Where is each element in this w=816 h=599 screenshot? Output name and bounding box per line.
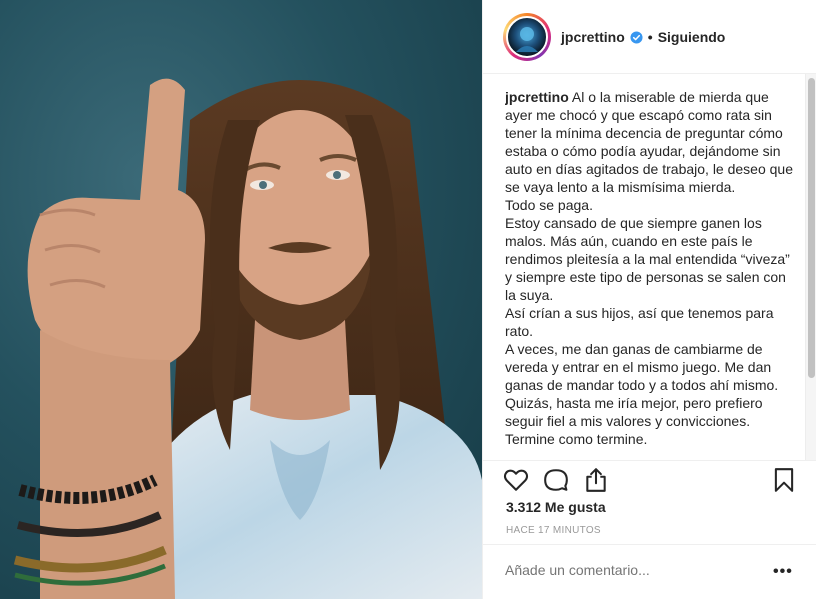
post-image: [13, 78, 482, 599]
comment-bar: •••: [483, 544, 816, 599]
username-link[interactable]: jpcrettino: [561, 29, 625, 45]
caption-paragraph-4: Así crían a sus hijos, así que tenemos p…: [505, 305, 774, 339]
caption-username-link[interactable]: jpcrettino: [505, 89, 569, 105]
bookmark-icon[interactable]: [771, 467, 797, 493]
caption-paragraph-5: A veces, me dan ganas de cambiarme de ve…: [505, 341, 779, 447]
post-photo[interactable]: [0, 0, 482, 599]
caption-paragraph-3: Estoy cansado de que siempre ganen los m…: [505, 215, 790, 303]
comment-input[interactable]: [505, 562, 745, 578]
post-details-panel: jpcrettino • Siguiendo jpcrettino Al o l…: [482, 0, 816, 599]
scrollbar-thumb[interactable]: [808, 78, 815, 378]
post-header: jpcrettino • Siguiendo: [483, 0, 816, 74]
avatar-story-ring[interactable]: [503, 13, 551, 61]
separator-dot: •: [647, 29, 653, 45]
likes-count[interactable]: 3.312 Me gusta: [506, 499, 606, 515]
following-button[interactable]: Siguiendo: [658, 29, 726, 45]
header-user-row: jpcrettino • Siguiendo: [561, 29, 725, 45]
action-bar: [483, 460, 816, 500]
caption-scrollbar[interactable]: [805, 74, 816, 460]
more-options-button[interactable]: •••: [773, 563, 793, 581]
avatar-image: [516, 27, 538, 52]
post-caption: jpcrettino Al o la miserable de mierda q…: [505, 88, 793, 455]
post-timestamp[interactable]: HACE 17 MINUTOS: [506, 525, 601, 536]
avatar[interactable]: [506, 16, 548, 58]
caption-paragraph-2: Todo se paga.: [505, 197, 593, 213]
caption-paragraph-1: jpcrettino Al o la miserable de mierda q…: [505, 88, 793, 196]
share-icon[interactable]: [583, 467, 609, 493]
verified-badge-icon: [630, 30, 643, 44]
heart-icon[interactable]: [503, 467, 529, 493]
comment-icon[interactable]: [543, 467, 569, 493]
